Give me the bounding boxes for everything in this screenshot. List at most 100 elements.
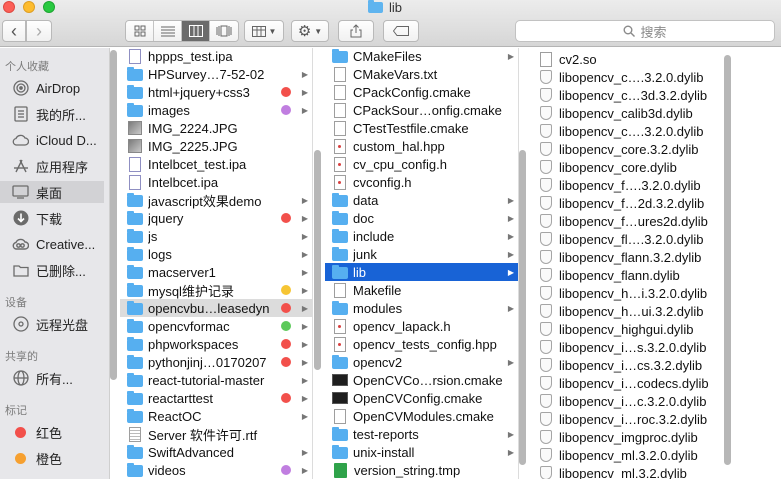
file-row[interactable]: CPackSour…onfig.cmake <box>325 101 518 119</box>
close-window-button[interactable] <box>3 1 15 13</box>
file-row[interactable]: libopencv_i…cs.3.2.dylib <box>531 356 723 374</box>
folder-row[interactable]: jquery ▶ <box>120 209 312 227</box>
file-row[interactable]: cv_cpu_config.h <box>325 155 518 173</box>
folder-row[interactable]: images ▶ <box>120 101 312 119</box>
folder-row[interactable]: react-tutorial-master ▶ <box>120 371 312 389</box>
file-row[interactable]: Intelbcet_test.ipa <box>120 155 312 173</box>
folder-row[interactable]: doc ▶ <box>325 209 518 227</box>
folder-row[interactable]: data ▶ <box>325 191 518 209</box>
folder-row[interactable]: logs ▶ <box>120 245 312 263</box>
file-row[interactable]: libopencv_h…ui.3.2.dylib <box>531 302 723 320</box>
folder-row[interactable]: CMakeFiles ▶ <box>325 48 518 65</box>
sidebar-item-airdrop[interactable]: AirDrop <box>0 77 104 99</box>
file-row[interactable]: IMG_2225.JPG <box>120 137 312 155</box>
sidebar-item-downloads[interactable]: 下载 <box>0 207 104 229</box>
folder-row[interactable]: javascript效果demo ▶ <box>120 191 312 209</box>
folder-row[interactable]: SwiftAdvanced ▶ <box>120 443 312 461</box>
file-row[interactable]: OpenCVCo…rsion.cmake <box>325 371 518 389</box>
share-button[interactable] <box>338 20 374 42</box>
file-row[interactable]: hppps_test.ipa <box>120 48 312 65</box>
file-row[interactable]: libopencv_c…3d.3.2.dylib <box>531 86 723 104</box>
folder-row[interactable]: modules ▶ <box>325 299 518 317</box>
folder-row[interactable]: phpworkspaces ▶ <box>120 335 312 353</box>
folder-row[interactable]: pythonjinj…0170207 ▶ <box>120 353 312 371</box>
file-row[interactable]: libopencv_i…codecs.dylib <box>531 374 723 392</box>
folder-row[interactable]: test-reports ▶ <box>325 425 518 443</box>
folder-row[interactable]: opencv2 ▶ <box>325 353 518 371</box>
folder-row[interactable]: include ▶ <box>325 227 518 245</box>
file-row[interactable]: cv2.so <box>531 50 723 68</box>
sidebar-item-icloud[interactable]: iCloud D... <box>0 129 104 151</box>
sidebar-item-creative-cloud[interactable]: Creative... <box>0 233 104 255</box>
folder-row[interactable]: unix-install ▶ <box>325 443 518 461</box>
icon-view-button[interactable] <box>126 21 154 41</box>
file-row[interactable]: libopencv_f…2d.3.2.dylib <box>531 194 723 212</box>
file-row[interactable]: libopencv_imgproc.dylib <box>531 428 723 446</box>
file-row[interactable]: libopencv_highgui.dylib <box>531 320 723 338</box>
file-row[interactable]: Makefile <box>325 281 518 299</box>
folder-row[interactable]: js ▶ <box>120 227 312 245</box>
file-row[interactable]: libopencv_flann.dylib <box>531 266 723 284</box>
file-row[interactable]: CPackConfig.cmake <box>325 83 518 101</box>
action-button[interactable]: ⚙ ▼ <box>291 20 329 42</box>
sidebar-scrollbar[interactable] <box>110 50 117 380</box>
file-row[interactable]: libopencv_i…c.3.2.0.dylib <box>531 392 723 410</box>
zoom-window-button[interactable] <box>43 1 55 13</box>
file-row[interactable]: Intelbcet.ipa <box>120 173 312 191</box>
folder-row[interactable]: mysql维护记录 ▶ <box>120 281 312 299</box>
file-row[interactable]: libopencv_c….3.2.0.dylib <box>531 68 723 86</box>
file-row[interactable]: Server 软件许可.rtf <box>120 425 312 443</box>
file-row[interactable]: custom_hal.hpp <box>325 137 518 155</box>
arrange-button[interactable]: ▼ <box>244 20 284 42</box>
folder-row[interactable]: opencvformac ▶ <box>120 317 312 335</box>
file-row[interactable]: IMG_2224.JPG <box>120 119 312 137</box>
sidebar-item-applications[interactable]: 应用程序 <box>0 155 104 177</box>
sidebar-item-trash-folder[interactable]: 已删除... <box>0 259 104 281</box>
folder-row[interactable]: opencvbu…leasedyn ▶ <box>120 299 312 317</box>
file-row[interactable]: libopencv_f…ures2d.dylib <box>531 212 723 230</box>
sidebar-tag-orange[interactable]: 橙色 <box>0 447 104 469</box>
file-row[interactable]: opencv_lapack.h <box>325 317 518 335</box>
file-row[interactable]: libopencv_c….3.2.0.dylib <box>531 122 723 140</box>
file-row[interactable]: libopencv_flann.3.2.dylib <box>531 248 723 266</box>
column1-scrollbar[interactable] <box>314 150 321 370</box>
file-row[interactable]: CTestTestfile.cmake <box>325 119 518 137</box>
folder-row[interactable]: junk ▶ <box>325 245 518 263</box>
back-button[interactable]: ‹ <box>2 20 26 42</box>
sidebar-tag-red[interactable]: 红色 <box>0 421 104 443</box>
folder-row[interactable]: reactarttest ▶ <box>120 389 312 407</box>
file-row[interactable]: libopencv_calib3d.dylib <box>531 104 723 122</box>
file-row[interactable]: libopencv_f….3.2.0.dylib <box>531 176 723 194</box>
column3-scrollbar[interactable] <box>724 55 731 465</box>
search-field[interactable]: 搜索 <box>515 20 775 42</box>
file-row[interactable]: libopencv_i…s.3.2.0.dylib <box>531 338 723 356</box>
folder-row[interactable]: videos ▶ <box>120 461 312 479</box>
tag-button[interactable] <box>383 20 419 42</box>
column-view-button[interactable] <box>182 21 210 41</box>
file-row[interactable]: opencv_tests_config.hpp <box>325 335 518 353</box>
folder-row[interactable]: HPSurvey…7-52-02 ▶ <box>120 65 312 83</box>
file-row[interactable]: OpenCVConfig.cmake <box>325 389 518 407</box>
file-row[interactable]: libopencv_core.3.2.dylib <box>531 140 723 158</box>
file-row[interactable]: libopencv_core.dylib <box>531 158 723 176</box>
folder-row[interactable]: ReactOC ▶ <box>120 407 312 425</box>
sidebar-item-desktop[interactable]: 桌面 <box>0 181 104 203</box>
minimize-window-button[interactable] <box>23 1 35 13</box>
folder-row[interactable]: lib ▶ <box>325 263 518 281</box>
file-row[interactable]: cvconfig.h <box>325 173 518 191</box>
file-row[interactable]: CMakeVars.txt <box>325 65 518 83</box>
folder-row[interactable]: html+jquery+css3 ▶ <box>120 83 312 101</box>
sidebar-item-all-shared[interactable]: 所有... <box>0 367 104 389</box>
list-view-button[interactable] <box>154 21 182 41</box>
file-row[interactable]: libopencv_ml.3.2.dylib <box>531 464 723 479</box>
file-row[interactable]: libopencv_ml.3.2.0.dylib <box>531 446 723 464</box>
file-row[interactable]: libopencv_fl….3.2.0.dylib <box>531 230 723 248</box>
sidebar-item-documents[interactable]: 我的所... <box>0 103 104 125</box>
sidebar-item-remote-disc[interactable]: 远程光盘 <box>0 313 104 335</box>
folder-row[interactable]: macserver1 ▶ <box>120 263 312 281</box>
file-row[interactable]: OpenCVModules.cmake <box>325 407 518 425</box>
gallery-view-button[interactable] <box>210 21 238 41</box>
column2-scrollbar[interactable] <box>519 150 526 465</box>
forward-button[interactable]: › <box>26 20 52 42</box>
file-row[interactable]: version_string.tmp <box>325 461 518 479</box>
